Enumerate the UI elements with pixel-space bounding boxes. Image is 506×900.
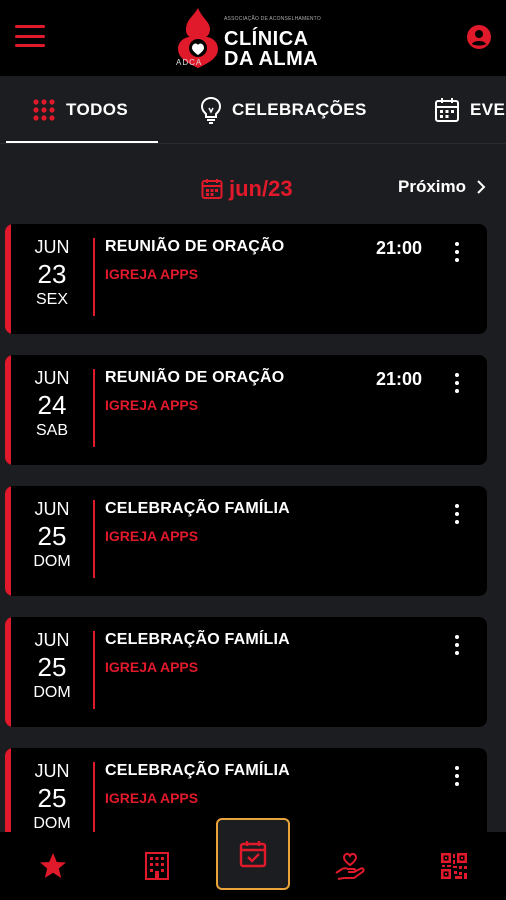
event-weekday: DOM <box>33 684 71 701</box>
event-title: CELEBRAÇÃO FAMÍLIA <box>105 762 290 779</box>
event-title: REUNIÃO DE ORAÇÃO <box>105 238 285 255</box>
logo-subtitle: ASSOCIAÇÃO DE ACONSELHAMENTO <box>224 16 321 22</box>
current-month-label: jun/23 <box>229 176 293 201</box>
tab-todos[interactable]: TODOS <box>5 76 159 143</box>
logo-abbreviation: ADCA <box>176 58 203 67</box>
grid-icon <box>33 99 55 121</box>
event-date: JUN 25 DOM <box>15 629 89 703</box>
more-options-icon[interactable] <box>451 373 463 393</box>
calendar-icon <box>201 179 223 199</box>
event-divider <box>93 369 95 447</box>
event-subtitle: IGREJA APPS <box>105 790 199 806</box>
event-month: JUN <box>34 761 70 781</box>
event-title: CELEBRAÇÃO FAMÍLIA <box>105 500 290 517</box>
category-tabs: TODOS CELEBRAÇÕES EVE <box>0 76 506 144</box>
more-options-icon[interactable] <box>451 635 463 655</box>
event-month: JUN <box>34 630 70 650</box>
event-divider <box>93 762 95 832</box>
event-divider <box>93 238 95 316</box>
tab-label: TODOS <box>66 100 129 119</box>
event-card[interactable]: JUN 25 DOM CELEBRAÇÃO FAMÍLIA IGREJA APP… <box>5 617 487 727</box>
month-navigation: jun/23 Próximo <box>0 160 506 220</box>
event-day: 23 <box>37 259 67 289</box>
tab-celebracoes[interactable]: CELEBRAÇÕES <box>200 76 367 143</box>
event-weekday: DOM <box>33 553 71 570</box>
logo-title-line2: DA ALMA <box>224 48 319 70</box>
tab-label: CELEBRAÇÕES <box>232 100 367 119</box>
event-card[interactable]: JUN 24 SAB REUNIÃO DE ORAÇÃO IGREJA APPS… <box>5 355 487 465</box>
event-month: JUN <box>34 237 70 257</box>
next-month-label: Próximo <box>398 177 467 196</box>
logo-title: CLÍNICA DA ALMA <box>224 29 318 69</box>
qr-code-nav-button[interactable] <box>434 846 474 886</box>
event-card[interactable]: JUN 23 SEX REUNIÃO DE ORAÇÃO IGREJA APPS… <box>5 224 487 334</box>
lightbulb-icon <box>200 96 222 124</box>
event-subtitle: IGREJA APPS <box>105 659 199 675</box>
calendar-check-icon <box>239 841 267 868</box>
event-day: 25 <box>37 521 67 551</box>
logo-title-line1: CLÍNICA <box>224 28 309 50</box>
event-title: REUNIÃO DE ORAÇÃO <box>105 369 285 386</box>
event-date: JUN 24 SAB <box>15 367 89 441</box>
event-date: JUN 25 DOM <box>15 760 89 832</box>
account-icon[interactable] <box>467 25 491 49</box>
chevron-right-icon <box>477 180 486 194</box>
star-icon <box>40 853 66 878</box>
event-accent-bar <box>5 617 11 727</box>
top-app-bar: ASSOCIAÇÃO DE ACONSELHAMENTO CLÍNICA DA … <box>0 0 506 76</box>
event-divider <box>93 631 95 709</box>
qr-code-icon <box>441 853 467 879</box>
event-list: JUN 23 SEX REUNIÃO DE ORAÇÃO IGREJA APPS… <box>0 224 506 832</box>
event-divider <box>93 500 95 578</box>
current-month[interactable]: jun/23 <box>201 176 293 202</box>
event-day: 24 <box>37 390 67 420</box>
event-accent-bar <box>5 355 11 465</box>
more-options-icon[interactable] <box>451 504 463 524</box>
next-month-button[interactable]: Próximo <box>398 177 490 197</box>
more-options-icon[interactable] <box>451 766 463 786</box>
event-subtitle: IGREJA APPS <box>105 397 199 413</box>
event-subtitle: IGREJA APPS <box>105 266 199 282</box>
event-weekday: SAB <box>35 422 68 439</box>
building-icon <box>145 852 169 880</box>
calendar-icon <box>435 98 459 122</box>
event-title: CELEBRAÇÃO FAMÍLIA <box>105 631 290 648</box>
event-weekday: DOM <box>33 815 71 832</box>
event-accent-bar <box>5 224 11 334</box>
event-day: 25 <box>37 652 67 682</box>
event-month: JUN <box>34 368 70 388</box>
events-nav-button[interactable] <box>216 818 290 890</box>
bottom-navigation <box>0 818 506 900</box>
more-options-icon[interactable] <box>451 242 463 262</box>
menu-icon[interactable] <box>15 25 45 47</box>
event-time: 21:00 <box>376 369 423 389</box>
event-accent-bar <box>5 486 11 596</box>
event-month: JUN <box>34 499 70 519</box>
event-time: 21:00 <box>376 238 423 258</box>
event-card[interactable]: JUN 25 DOM CELEBRAÇÃO FAMÍLIA IGREJA APP… <box>5 486 487 596</box>
favorites-nav-button[interactable] <box>33 846 73 886</box>
tab-label: EVE <box>470 100 506 119</box>
tab-eventos[interactable]: EVE <box>434 76 506 143</box>
event-day: 25 <box>37 783 67 813</box>
event-date: JUN 23 SEX <box>15 236 89 310</box>
event-accent-bar <box>5 748 11 832</box>
app-logo: ASSOCIAÇÃO DE ACONSELHAMENTO CLÍNICA DA … <box>168 4 343 70</box>
donation-nav-button[interactable] <box>330 846 370 886</box>
event-date: JUN 25 DOM <box>15 498 89 572</box>
hand-heart-icon <box>335 852 365 880</box>
event-weekday: SEX <box>35 291 68 308</box>
church-nav-button[interactable] <box>137 846 177 886</box>
event-subtitle: IGREJA APPS <box>105 528 199 544</box>
